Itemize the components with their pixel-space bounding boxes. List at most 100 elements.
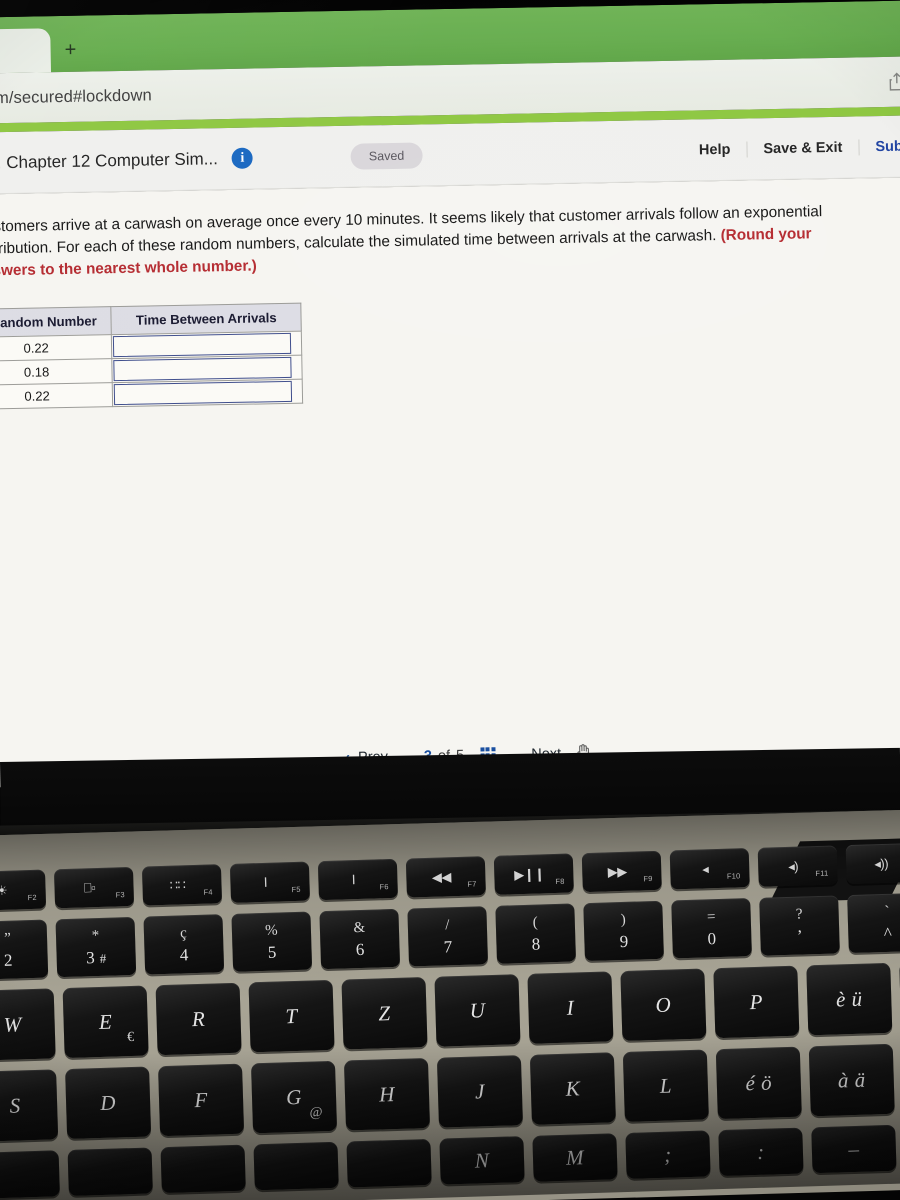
- key-e-label: E: [98, 1009, 113, 1034]
- key-t[interactable]: T: [248, 979, 335, 1053]
- share-icon[interactable]: [888, 72, 900, 91]
- key-dash[interactable]: –: [811, 1124, 897, 1174]
- key-k[interactable]: K: [529, 1052, 616, 1125]
- key-0[interactable]: = 0: [671, 898, 752, 959]
- fast-forward-key[interactable]: ▶▶ F9: [581, 850, 662, 893]
- key-u[interactable]: U: [434, 974, 521, 1047]
- cell-answer-input[interactable]: [111, 330, 302, 359]
- key-b[interactable]: [346, 1138, 432, 1188]
- key-3[interactable]: * 3 #: [55, 916, 137, 978]
- cell-random-number: 0.18: [0, 358, 113, 385]
- key-e[interactable]: E €: [62, 985, 149, 1059]
- key-n-label: N: [474, 1147, 490, 1173]
- launchpad-key-glyph: ∷∷: [169, 877, 186, 893]
- key-j[interactable]: J: [436, 1055, 523, 1128]
- key-4[interactable]: ç4: [143, 914, 225, 975]
- volume-up-key-glyph: ◂)): [874, 855, 889, 872]
- key-2[interactable]: ” 2: [0, 919, 49, 980]
- key-o-label: O: [655, 992, 672, 1017]
- key-l[interactable]: L: [622, 1049, 709, 1122]
- keyboard-backlight-up-key[interactable]: ⵏ F6: [317, 858, 398, 901]
- url-text[interactable]: o.com/secured#lockdown: [0, 86, 152, 109]
- key-i[interactable]: I: [527, 971, 614, 1044]
- key-9-primary: 9: [619, 931, 629, 951]
- key-e-grave-u-umlaut-label: è ü: [835, 986, 863, 1011]
- key-g-label: G: [285, 1084, 303, 1109]
- key-3-secondary: *: [91, 927, 100, 944]
- key-circumflex[interactable]: ` ^: [847, 892, 900, 954]
- key-2-secondary: ”: [3, 930, 12, 947]
- key-r[interactable]: R: [155, 982, 242, 1056]
- key-n[interactable]: N: [439, 1136, 525, 1185]
- key-g[interactable]: G @: [250, 1060, 338, 1134]
- key-0-primary: 0: [707, 928, 717, 948]
- key-e-alt-label: €: [126, 1029, 135, 1046]
- key-4-primary: 4: [179, 944, 189, 965]
- key-d[interactable]: D: [65, 1066, 152, 1140]
- answer-input-row-3[interactable]: [113, 380, 293, 405]
- cell-answer-input[interactable]: [112, 378, 303, 407]
- key-7-primary: 7: [443, 936, 453, 956]
- key-colon[interactable]: :: [718, 1127, 804, 1177]
- key-h[interactable]: H: [343, 1057, 431, 1131]
- key-3-primary: 3 #: [85, 947, 107, 967]
- answer-table: Random Number Time Between Arrivals 0.22…: [0, 302, 304, 410]
- key-v[interactable]: [253, 1141, 339, 1191]
- key-f[interactable]: F: [158, 1063, 245, 1137]
- launchpad-key[interactable]: ∷∷ F4: [141, 864, 223, 906]
- keyboard-backlight-up-key-glyph: ⵏ: [351, 872, 356, 888]
- brightness-up-key[interactable]: ☀ F2: [0, 869, 47, 911]
- key-circumflex-primary: ^: [883, 923, 893, 943]
- volume-up-key[interactable]: ◂))F12: [845, 842, 900, 885]
- key-z[interactable]: Z: [341, 977, 428, 1050]
- key-2-primary: 2: [3, 950, 13, 970]
- key-p[interactable]: P: [713, 965, 800, 1039]
- rewind-key[interactable]: ◀◀ F7: [405, 856, 486, 898]
- browser-tab-active[interactable]: ×: [0, 28, 52, 74]
- key-5-primary: 5: [267, 942, 277, 962]
- mission-control-key[interactable]: ⎕▫ F3: [53, 866, 135, 909]
- mute-key-glyph: ◂: [702, 861, 709, 877]
- cell-answer-input[interactable]: [112, 354, 303, 383]
- key-dash-label: –: [847, 1136, 860, 1161]
- new-tab-icon[interactable]: +: [64, 39, 76, 61]
- key-8[interactable]: (8: [495, 903, 577, 964]
- answer-input-row-1[interactable]: [113, 332, 292, 357]
- play-pause-key-label: F8: [555, 876, 565, 887]
- key-o[interactable]: O: [620, 968, 707, 1042]
- rewind-key-label: F7: [467, 879, 477, 889]
- play-pause-key[interactable]: ▶❙❙ F8: [493, 853, 574, 895]
- key-f-label: F: [194, 1087, 209, 1112]
- mute-key[interactable]: ◂ F10: [669, 848, 750, 890]
- mute-key-label: F10: [726, 871, 741, 881]
- key-c[interactable]: [160, 1144, 246, 1194]
- key-9[interactable]: ) 9: [583, 900, 664, 962]
- help-button[interactable]: Help: [683, 141, 747, 158]
- answer-input-row-2[interactable]: [113, 356, 292, 381]
- info-icon[interactable]: i: [231, 147, 254, 169]
- key-7[interactable]: /7: [407, 906, 489, 967]
- question-body: Customers arrive at a carwash on average…: [0, 176, 900, 788]
- key-question[interactable]: ?’: [759, 895, 840, 956]
- key-w[interactable]: W: [0, 988, 56, 1061]
- key-semicolon[interactable]: ;: [625, 1130, 711, 1179]
- key-z-label: Z: [378, 1000, 391, 1025]
- key-colon-label: :: [756, 1139, 766, 1164]
- key-x[interactable]: [67, 1147, 153, 1197]
- key-k-label: K: [565, 1075, 581, 1101]
- volume-down-key[interactable]: ◂) F11: [757, 845, 838, 887]
- key-shift[interactable]: [0, 1150, 60, 1199]
- keyboard-backlight-down-key[interactable]: ⵏ F5: [229, 861, 311, 903]
- key-s[interactable]: S: [0, 1069, 59, 1142]
- save-and-exit-button[interactable]: Save & Exit: [746, 138, 859, 158]
- key-6[interactable]: & 6: [319, 908, 401, 970]
- play-pause-key-glyph: ▶❙❙: [513, 866, 545, 883]
- browser-toolbar-icons: [888, 71, 900, 91]
- key-e-acute-o-umlaut[interactable]: é ö: [715, 1046, 802, 1120]
- key-e-grave-u-umlaut[interactable]: è ü: [806, 962, 893, 1036]
- submit-button[interactable]: Submit: [858, 137, 900, 155]
- key-m[interactable]: M: [532, 1133, 618, 1182]
- key-5[interactable]: % 5: [231, 911, 313, 972]
- key-a-grave-a-umlaut[interactable]: à ä: [808, 1043, 895, 1117]
- laptop-screen: × + o.com/secured#lockdown: [0, 0, 900, 788]
